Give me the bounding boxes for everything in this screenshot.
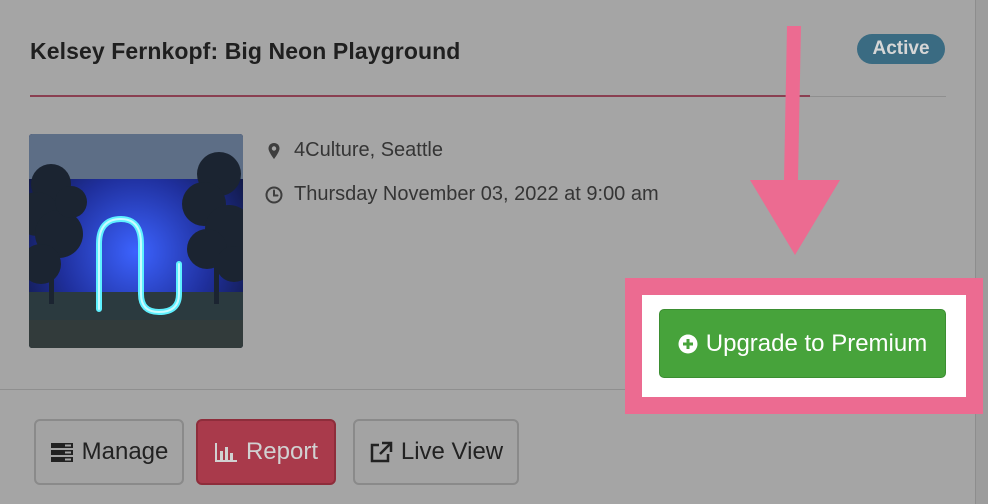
report-label: Report [245, 438, 319, 465]
event-title[interactable]: Kelsey Fernkopf: Big Neon Playground [30, 38, 460, 65]
external-link-icon [370, 441, 393, 463]
report-button[interactable]: Report [196, 419, 336, 485]
event-location: 4Culture, Seattle [265, 139, 443, 162]
manage-button[interactable]: Manage [34, 419, 184, 485]
location-text: 4Culture, Seattle [294, 139, 443, 161]
live-view-label: Live View [400, 438, 504, 465]
upgrade-to-premium-button[interactable]: Upgrade to Premium [659, 309, 946, 378]
event-datetime: Thursday November 03, 2022 at 9:00 am [265, 183, 659, 206]
scrollbar[interactable] [975, 0, 988, 504]
header-divider-accent [30, 95, 810, 97]
plus-circle-icon [678, 334, 698, 353]
event-thumbnail[interactable] [29, 134, 243, 348]
map-pin-icon [268, 142, 280, 159]
clock-icon [265, 186, 283, 203]
live-view-button[interactable]: Live View [353, 419, 519, 485]
upgrade-label: Upgrade to Premium [705, 329, 928, 357]
status-badge: Active [857, 34, 945, 64]
bar-chart-icon [214, 443, 237, 462]
pointer-arrow [750, 26, 840, 255]
manage-label: Manage [81, 438, 169, 465]
server-icon [50, 443, 73, 462]
datetime-text: Thursday November 03, 2022 at 9:00 am [294, 183, 659, 205]
